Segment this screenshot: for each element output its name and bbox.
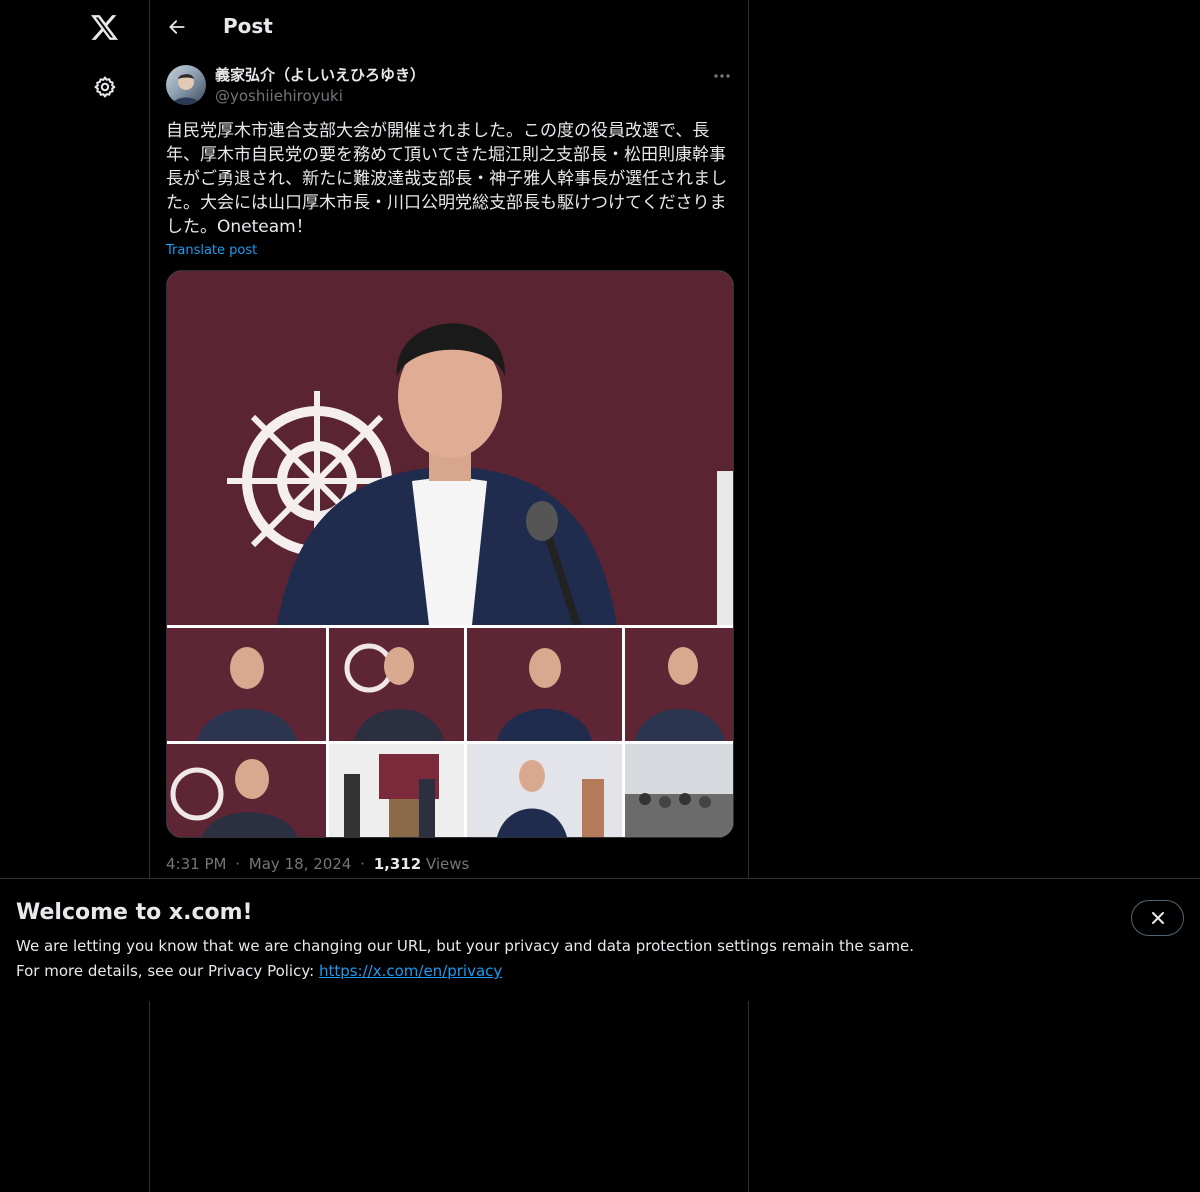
- translate-post-link[interactable]: Translate post: [166, 242, 257, 260]
- thumbnail-photo[interactable]: [329, 628, 464, 741]
- post-media[interactable]: [166, 270, 734, 838]
- thumbnail-photo[interactable]: [625, 628, 733, 741]
- gear-icon[interactable]: [83, 65, 127, 109]
- thumbnail-photo[interactable]: [167, 628, 326, 741]
- post-meta: 4:31 PM · May 18, 2024 · 1,312 Views: [166, 854, 469, 874]
- thumbnail-photo[interactable]: [467, 628, 622, 741]
- thumbnail-photo[interactable]: [625, 744, 733, 837]
- author-name[interactable]: 義家弘介（よしいえひろゆき）: [215, 65, 425, 85]
- close-banner-button[interactable]: [1131, 900, 1184, 936]
- left-nav: [0, 0, 149, 1192]
- avatar[interactable]: [166, 65, 206, 105]
- post-header: Post: [150, 0, 748, 53]
- more-horizontal-icon: [714, 74, 730, 78]
- x-logo-icon[interactable]: [83, 6, 127, 50]
- privacy-policy-link[interactable]: https://x.com/en/privacy: [319, 962, 502, 980]
- banner-message: We are letting you know that we are chan…: [16, 937, 915, 955]
- thumbnail-photo[interactable]: [167, 744, 326, 837]
- separator: ·: [360, 855, 365, 873]
- views-count: 1,312: [373, 855, 422, 873]
- close-icon: [1151, 912, 1164, 924]
- banner-privacy-prefix: For more details, see our Privacy Policy…: [16, 962, 319, 980]
- back-button[interactable]: [159, 9, 195, 45]
- more-button[interactable]: [708, 64, 736, 88]
- arrow-left-icon: [169, 20, 185, 34]
- main-column: Post 義家弘介（よしいえひろゆき） @yoshiiehiroyuki 自民党…: [149, 0, 749, 1192]
- post-date[interactable]: May 18, 2024: [249, 855, 352, 873]
- notice-banner: Welcome to x.com! We are letting you kno…: [0, 878, 1200, 1001]
- page-title: Post: [223, 14, 273, 38]
- post-text: 自民党厚木市連合支部大会が開催されました。この度の役員改選で、長年、厚木市自民党…: [166, 121, 728, 237]
- banner-privacy-line: For more details, see our Privacy Policy…: [16, 961, 502, 981]
- thumbnail-photo[interactable]: [467, 744, 622, 837]
- thumbnail-photo[interactable]: [329, 744, 464, 837]
- author-handle[interactable]: @yoshiiehiroyuki: [215, 86, 343, 106]
- views-label: Views: [425, 855, 470, 873]
- banner-title: Welcome to x.com!: [16, 900, 253, 925]
- main-photo[interactable]: [167, 271, 733, 625]
- post-time[interactable]: 4:31 PM: [166, 855, 226, 873]
- separator: ·: [235, 855, 241, 873]
